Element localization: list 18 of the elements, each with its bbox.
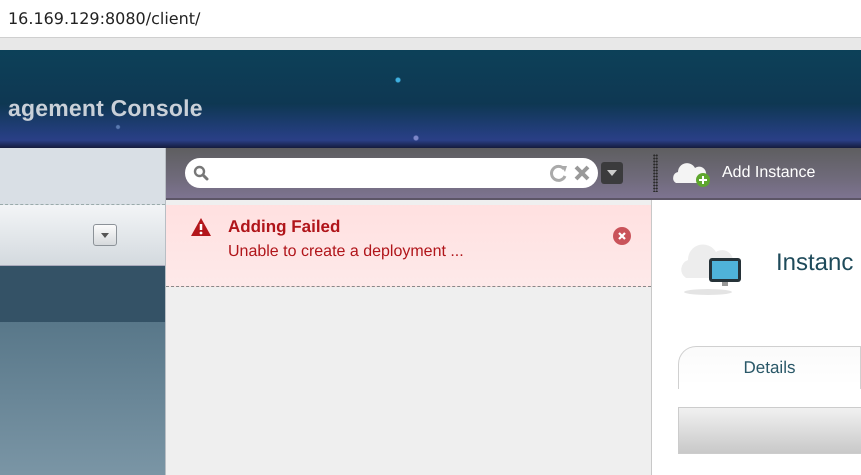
- search-field[interactable]: [185, 158, 598, 188]
- tab[interactable]: Details: [678, 346, 861, 389]
- notification-message: Unable to create a deployment ...: [228, 243, 464, 261]
- refresh-icon[interactable]: [550, 164, 568, 182]
- caret-icon: [101, 232, 109, 238]
- caret-icon: [607, 170, 617, 176]
- page-title: Instanc: [776, 249, 854, 277]
- address-text[interactable]: 16.169.129:8080/client/: [8, 9, 200, 28]
- notification-title: Adding Failed: [228, 217, 342, 237]
- add-instance-button[interactable]: Add Instance: [658, 159, 816, 187]
- close-icon[interactable]: [574, 165, 590, 181]
- warning-icon: [190, 217, 212, 237]
- search-icon: [193, 165, 209, 181]
- close-icon[interactable]: [613, 227, 631, 245]
- dropdown-button[interactable]: [601, 162, 623, 184]
- grip-handle[interactable]: [653, 154, 658, 192]
- dropdown-button[interactable]: [93, 224, 117, 246]
- app-title: agement Console: [8, 95, 203, 122]
